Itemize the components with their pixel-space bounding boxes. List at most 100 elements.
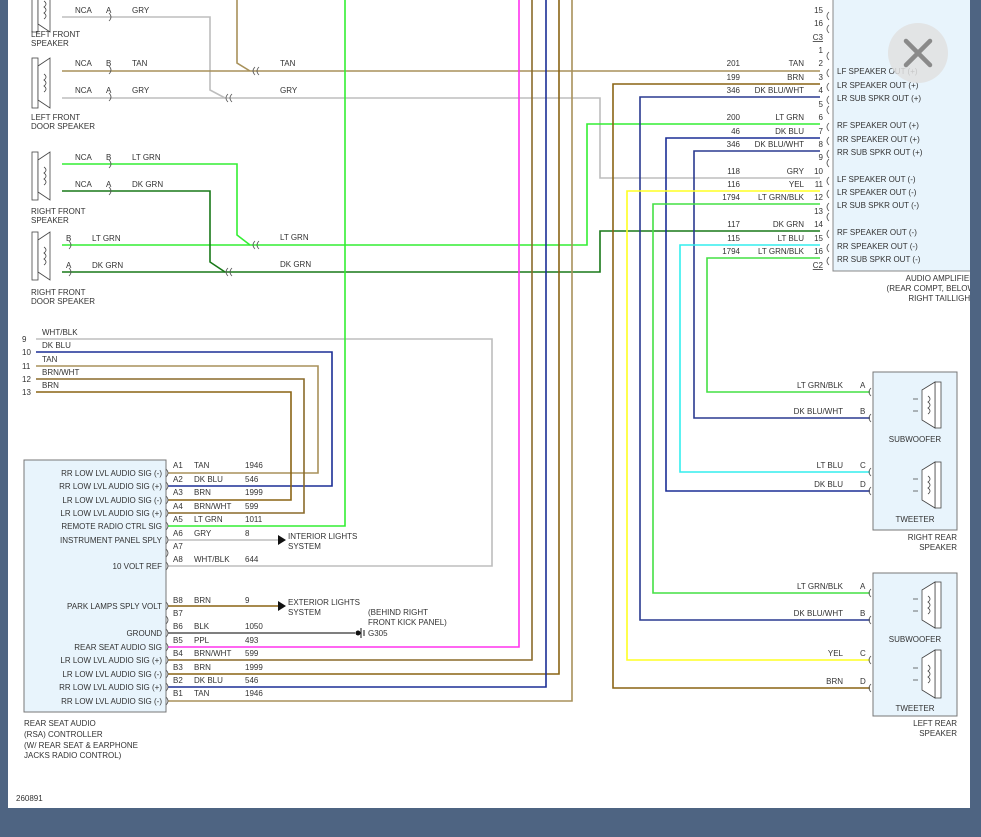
rsa-pin-id: B2	[173, 676, 183, 685]
left-rear-speaker-tweeter-magnet	[934, 649, 942, 699]
close-button[interactable]	[888, 23, 948, 83]
right-rear-speaker-tweeter-magnet	[934, 461, 942, 509]
right-front-speaker-pin: B	[106, 153, 111, 162]
left-rear-speaker-subwoofer-label: SUBWOOFER	[889, 635, 942, 644]
rsa-circuit-number: 1050	[245, 622, 263, 631]
left-front-door-speaker-nca: NCA	[75, 86, 93, 95]
rsa-pin-id: A8	[173, 555, 183, 564]
amp-pin-number: 6	[819, 113, 824, 122]
connector-terminal	[826, 256, 830, 266]
amp-wire-color: TAN	[789, 59, 805, 68]
right-front-door-speaker-wire-color: DK GRN	[92, 261, 123, 270]
amp-pin-function: RR SUB SPKR OUT (+)	[837, 148, 923, 157]
rsa-wire-color: BRN/WHT	[194, 649, 231, 658]
amp-pin-function: LR SPEAKER OUT (+)	[837, 81, 919, 90]
rsa-pin-function: RR LOW LVL AUDIO SIG (-)	[61, 469, 162, 478]
diagram-id: 260891	[16, 794, 43, 803]
amp-circuit-number: 115	[727, 234, 740, 243]
harness-wire-color: DK BLU	[42, 341, 71, 350]
left-front-door-speaker-pin: B	[106, 59, 111, 68]
inline-wire-label: DK GRN	[280, 260, 311, 269]
rsa-pin-id: B5	[173, 636, 183, 645]
inline-wire-label: TAN	[280, 59, 296, 68]
amp-label: (REAR COMPT, BELOW	[887, 284, 970, 293]
exterior-lights-label: EXTERIOR LIGHTS	[288, 598, 360, 607]
right-front-speaker-nca: NCA	[75, 153, 93, 162]
right-rear-speaker-pin: D	[860, 480, 866, 489]
left-front-door-speaker-label: DOOR SPEAKER	[31, 122, 95, 131]
connector-terminal	[826, 82, 830, 92]
amp-pin-number: 11	[815, 180, 824, 189]
wire-ppl-493	[168, 0, 520, 648]
left-front-speaker-cone	[37, 0, 51, 33]
amp-pin-number: 7	[819, 127, 824, 136]
connector-terminal	[826, 212, 830, 222]
amp-pin-number: 2	[819, 59, 824, 68]
rsa-wire-color: DK BLU	[194, 475, 223, 484]
amp-pin-number: 15	[814, 234, 823, 243]
amp-circuit-number: 118	[727, 167, 740, 176]
right-rear-speaker-tweeter-cone	[921, 461, 936, 509]
amp-circuit-number: 346	[727, 140, 741, 149]
rsa-circuit-number: 493	[245, 636, 259, 645]
amp-label: RIGHT TAILLIGHT	[908, 294, 970, 303]
rsa-controller-label: (W/ REAR SEAT & EARPHONE	[24, 741, 138, 750]
amp-circuit-number: 346	[727, 86, 741, 95]
connector-terminal	[826, 11, 830, 21]
right-front-door-speaker-label: RIGHT FRONT	[31, 288, 86, 297]
rsa-wire-color: TAN	[194, 461, 210, 470]
left-front-door-speaker-magnet	[31, 57, 39, 109]
rsa-controller-label: JACKS RADIO CONTROL)	[24, 751, 122, 760]
rsa-pin-function: REMOTE RADIO CTRL SIG	[61, 522, 162, 531]
interior-lights-label: SYSTEM	[288, 542, 321, 551]
connector-terminal	[826, 122, 830, 132]
right-front-speaker-wire-color: DK GRN	[132, 180, 163, 189]
rsa-pin-id: A3	[173, 488, 183, 497]
rsa-pin-id: A5	[173, 515, 183, 524]
amp-wire-color: LT BLU	[778, 234, 805, 243]
rsa-circuit-number: 1946	[245, 689, 263, 698]
amp-circuit-number: 201	[727, 59, 741, 68]
left-front-door-speaker-cone	[37, 57, 51, 109]
harness-pin-number: 13	[22, 388, 31, 397]
amp-pin-number: 14	[814, 220, 823, 229]
amp-circuit-number: 1794	[722, 193, 740, 202]
amp-pin-function: RF SPEAKER OUT (+)	[837, 121, 919, 130]
amp-pin-number: 10	[814, 167, 823, 176]
amp-wire-color: LT GRN	[775, 113, 804, 122]
rsa-pin-function: LR LOW LVL AUDIO SIG (+)	[60, 656, 162, 665]
rsa-circuit-number: 1946	[245, 461, 263, 470]
amp-pin-function: RR SPEAKER OUT (-)	[837, 242, 918, 251]
amp-pin-function: LR SUB SPKR OUT (+)	[837, 94, 921, 103]
right-rear-speaker-pin: A	[860, 381, 866, 390]
rsa-circuit-number: 599	[245, 649, 259, 658]
connector-terminal	[826, 136, 830, 146]
connector-terminal	[826, 202, 830, 212]
left-front-speaker-pin: A	[106, 6, 112, 15]
right-rear-speaker-wire-color: LT BLU	[817, 461, 844, 470]
right-front-speaker-pin: A	[106, 180, 112, 189]
connector-terminal	[826, 243, 830, 253]
right-front-door-speaker-label: DOOR SPEAKER	[31, 297, 95, 306]
rsa-pin-function: INSTRUMENT PANEL SPLY	[60, 536, 163, 545]
rsa-controller-label: (RSA) CONTROLLER	[24, 730, 103, 739]
rsa-pin-id: B1	[173, 689, 183, 698]
amp-wire-color: DK GRN	[773, 220, 804, 229]
diagram-viewer: NCA A GRY LEFT FRONT SPEAKER NCA B TAN NCA A GRY LE…	[8, 0, 970, 808]
rsa-pin-id: A1	[173, 461, 183, 470]
harness-pin-number: 10	[22, 348, 31, 357]
amp-circuit-number: 1794	[722, 247, 740, 256]
amp-circuit-number: 46	[731, 127, 740, 136]
amp-wire-color: DK BLU/WHT	[755, 140, 804, 149]
left-rear-speaker-pin: D	[860, 677, 866, 686]
amp-pin-function: RR SUB SPKR OUT (-)	[837, 255, 921, 264]
rsa-wire-color: PPL	[194, 636, 210, 645]
left-rear-speaker-wire-color: LT GRN/BLK	[797, 582, 844, 591]
rsa-wire-color: BRN/WHT	[194, 502, 231, 511]
harness-wire-color: WHT/BLK	[42, 328, 78, 337]
harness-pin-number: 9	[22, 335, 27, 344]
rsa-pin-function: PARK LAMPS SPLY VOLT	[67, 602, 162, 611]
left-rear-speaker-tweeter-cone	[921, 649, 936, 699]
left-rear-speaker-wire-color: YEL	[828, 649, 844, 658]
amp-pin-number: 5	[819, 100, 824, 109]
